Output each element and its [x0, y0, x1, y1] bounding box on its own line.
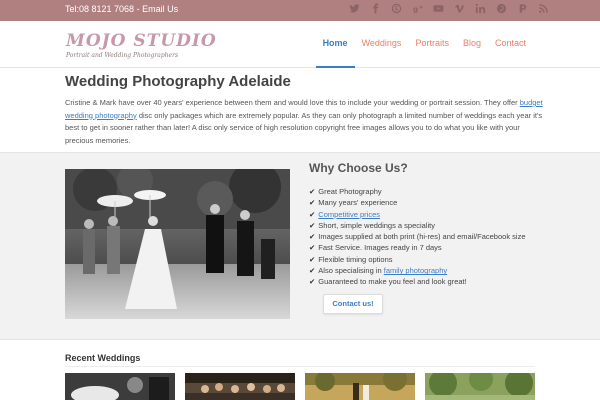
- check-icon: ✔: [309, 277, 316, 287]
- email-link[interactable]: Email Us: [142, 4, 178, 14]
- list-item: ✔ Many years' experience: [309, 198, 398, 208]
- nav-item-contact[interactable]: Contact: [488, 21, 533, 68]
- vimeo-icon[interactable]: [453, 3, 466, 16]
- features-list: ✔ Great Photography ✔ Many years' experien…: [309, 186, 525, 288]
- facebook-icon[interactable]: [369, 3, 382, 16]
- check-icon: ✔: [309, 220, 316, 230]
- list-item: ✔ Flexible timing options: [309, 254, 393, 264]
- check-icon: ✔: [309, 243, 316, 253]
- check-icon: ✔: [309, 198, 316, 208]
- logo-tagline: Portrait and Wedding Photographers: [66, 52, 179, 59]
- top-bar: Tel:08 8121 7068 - Email Us g: [0, 0, 600, 21]
- youtube-icon[interactable]: [432, 3, 445, 16]
- contact-us-button[interactable]: Contact us!: [323, 294, 383, 314]
- check-icon: ✔: [309, 187, 316, 196]
- twitter-icon[interactable]: [348, 3, 361, 16]
- pinterest-icon[interactable]: [495, 3, 508, 16]
- check-icon: ✔: [309, 232, 316, 242]
- recent-wedding-thumbnail[interactable]: [305, 373, 415, 400]
- why-choose-us-section: Why Choose Us? ✔ Great Photography ✔ Many …: [0, 152, 600, 340]
- nav-item-weddings[interactable]: Weddings: [355, 21, 409, 68]
- list-item: ✔ Also specialising in family photography: [309, 266, 448, 276]
- svg-text:g: g: [413, 4, 418, 13]
- main-nav: Home Weddings Portraits Blog Contact: [315, 21, 533, 68]
- nav-item-home[interactable]: Home: [315, 21, 355, 68]
- list-item: ✔ Images supplied at both print (hi-res) …: [309, 232, 526, 242]
- social-icons: g: [348, 3, 550, 16]
- check-icon: ✔: [309, 254, 316, 264]
- linkedin-icon[interactable]: [474, 3, 487, 16]
- recent-wedding-thumbnail[interactable]: [65, 373, 175, 400]
- list-item: ✔ Competitive prices: [309, 209, 525, 220]
- recent-weddings-title: Recent Weddings: [65, 353, 535, 367]
- check-icon: ✔: [309, 266, 316, 276]
- rss-icon[interactable]: [537, 3, 550, 16]
- phone-number: Tel:08 8121 7068: [65, 4, 135, 14]
- list-item: ✔ Guaranteed to make you feel and look gr…: [309, 277, 467, 287]
- logo-name: MOJO STUDIO: [66, 31, 217, 51]
- why-choose-us-title: Why Choose Us?: [309, 161, 408, 175]
- list-item: ✔ Fast Service. Images ready in 7 days: [309, 243, 442, 253]
- recent-wedding-thumbnail[interactable]: [425, 373, 535, 400]
- google-plus-icon[interactable]: g: [411, 3, 424, 16]
- list-item: ✔ Great Photography: [309, 187, 382, 196]
- recent-wedding-thumbnail[interactable]: [185, 373, 295, 400]
- flickr-icon[interactable]: [516, 3, 529, 16]
- nav-item-portraits[interactable]: Portraits: [408, 21, 456, 68]
- site-header: MOJO STUDIO Portrait and Wedding Photogr…: [0, 21, 600, 68]
- page-title: Wedding Photography Adelaide: [65, 73, 291, 90]
- logo[interactable]: MOJO STUDIO Portrait and Wedding Photogr…: [66, 31, 217, 59]
- list-item: ✔ Short, simple weddings a speciality: [309, 220, 436, 230]
- check-icon: ✔: [309, 209, 316, 219]
- nav-item-blog[interactable]: Blog: [456, 21, 488, 68]
- intro-paragraph: Cristine & Mark have over 40 years' expe…: [65, 98, 543, 145]
- contact-info: Tel:08 8121 7068 - Email Us: [65, 4, 179, 14]
- skype-icon[interactable]: [390, 3, 403, 16]
- wedding-photo: [65, 169, 290, 319]
- family-photography-link[interactable]: family photography: [384, 266, 447, 275]
- competitive-prices-link[interactable]: Competitive prices: [318, 210, 380, 219]
